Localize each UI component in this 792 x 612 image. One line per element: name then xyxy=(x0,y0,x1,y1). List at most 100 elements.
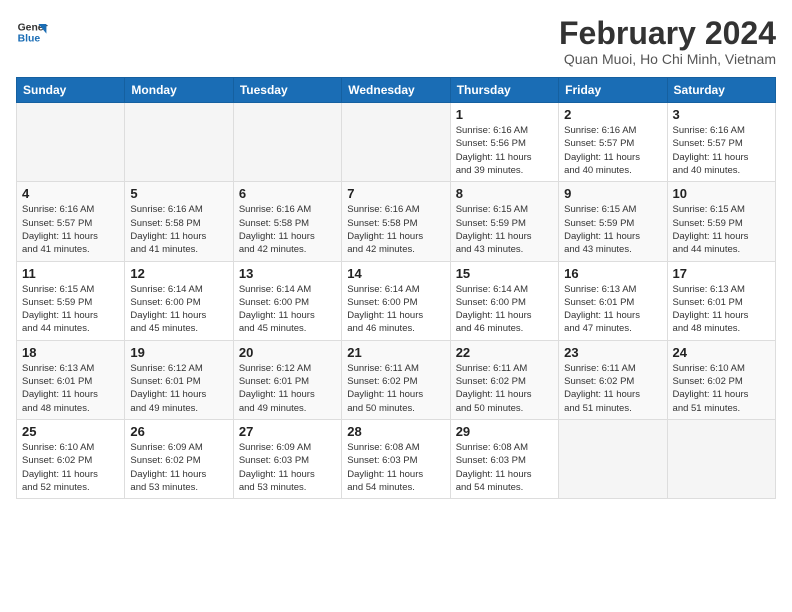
calendar-table: SundayMondayTuesdayWednesdayThursdayFrid… xyxy=(16,77,776,499)
calendar-cell: 13 Sunrise: 6:14 AM Sunset: 6:00 PM Dayli… xyxy=(233,261,341,340)
calendar-cell: 25 Sunrise: 6:10 AM Sunset: 6:02 PM Dayli… xyxy=(17,419,125,498)
page-header: General Blue February 2024 Quan Muoi, Ho… xyxy=(16,16,776,67)
day-number: 5 xyxy=(130,186,227,201)
calendar-cell: 8 Sunrise: 6:15 AM Sunset: 5:59 PM Daylig… xyxy=(450,182,558,261)
day-info: Sunrise: 6:16 AM Sunset: 5:57 PM Dayligh… xyxy=(564,124,661,177)
day-info: Sunrise: 6:16 AM Sunset: 5:58 PM Dayligh… xyxy=(239,203,336,256)
calendar-day-header: Monday xyxy=(125,78,233,103)
calendar-day-header: Saturday xyxy=(667,78,775,103)
calendar-week-row: 1Sunrise: 6:16 AM Sunset: 5:56 PM Daylig… xyxy=(17,103,776,182)
day-number: 2 xyxy=(564,107,661,122)
calendar-cell: 9Sunrise: 6:15 AM Sunset: 5:59 PM Daylig… xyxy=(559,182,667,261)
calendar-cell: 4 Sunrise: 6:16 AM Sunset: 5:57 PM Daylig… xyxy=(17,182,125,261)
day-info: Sunrise: 6:15 AM Sunset: 5:59 PM Dayligh… xyxy=(456,203,553,256)
day-info: Sunrise: 6:14 AM Sunset: 6:00 PM Dayligh… xyxy=(239,283,336,336)
calendar-cell: 6 Sunrise: 6:16 AM Sunset: 5:58 PM Daylig… xyxy=(233,182,341,261)
day-number: 28 xyxy=(347,424,444,439)
day-number: 11 xyxy=(22,266,119,281)
logo-icon: General Blue xyxy=(16,16,48,48)
day-info: Sunrise: 6:13 AM Sunset: 6:01 PM Dayligh… xyxy=(564,283,661,336)
day-info: Sunrise: 6:14 AM Sunset: 6:00 PM Dayligh… xyxy=(130,283,227,336)
day-info: Sunrise: 6:11 AM Sunset: 6:02 PM Dayligh… xyxy=(564,362,661,415)
calendar-week-row: 4 Sunrise: 6:16 AM Sunset: 5:57 PM Daylig… xyxy=(17,182,776,261)
calendar-week-row: 11 Sunrise: 6:15 AM Sunset: 5:59 PM Dayli… xyxy=(17,261,776,340)
calendar-cell xyxy=(17,103,125,182)
day-info: Sunrise: 6:12 AM Sunset: 6:01 PM Dayligh… xyxy=(130,362,227,415)
calendar-cell xyxy=(667,419,775,498)
calendar-cell: 3 Sunrise: 6:16 AM Sunset: 5:57 PM Daylig… xyxy=(667,103,775,182)
day-info: Sunrise: 6:16 AM Sunset: 5:57 PM Dayligh… xyxy=(673,124,770,177)
calendar-cell: 18Sunrise: 6:13 AM Sunset: 6:01 PM Dayli… xyxy=(17,340,125,419)
calendar-cell: 16 Sunrise: 6:13 AM Sunset: 6:01 PM Dayli… xyxy=(559,261,667,340)
day-number: 22 xyxy=(456,345,553,360)
day-number: 4 xyxy=(22,186,119,201)
day-info: Sunrise: 6:16 AM Sunset: 5:57 PM Dayligh… xyxy=(22,203,119,256)
calendar-day-header: Tuesday xyxy=(233,78,341,103)
day-info: Sunrise: 6:09 AM Sunset: 6:02 PM Dayligh… xyxy=(130,441,227,494)
calendar-day-header: Sunday xyxy=(17,78,125,103)
day-number: 27 xyxy=(239,424,336,439)
calendar-cell: 11 Sunrise: 6:15 AM Sunset: 5:59 PM Dayli… xyxy=(17,261,125,340)
calendar-cell: 27 Sunrise: 6:09 AM Sunset: 6:03 PM Dayli… xyxy=(233,419,341,498)
svg-text:Blue: Blue xyxy=(18,34,41,45)
day-number: 21 xyxy=(347,345,444,360)
calendar-day-header: Wednesday xyxy=(342,78,450,103)
calendar-cell: 7Sunrise: 6:16 AM Sunset: 5:58 PM Daylig… xyxy=(342,182,450,261)
calendar-header-row: SundayMondayTuesdayWednesdayThursdayFrid… xyxy=(17,78,776,103)
calendar-cell xyxy=(342,103,450,182)
day-info: Sunrise: 6:10 AM Sunset: 6:02 PM Dayligh… xyxy=(22,441,119,494)
day-number: 25 xyxy=(22,424,119,439)
calendar-cell: 10Sunrise: 6:15 AM Sunset: 5:59 PM Dayli… xyxy=(667,182,775,261)
day-number: 3 xyxy=(673,107,770,122)
day-number: 15 xyxy=(456,266,553,281)
day-number: 19 xyxy=(130,345,227,360)
day-info: Sunrise: 6:13 AM Sunset: 6:01 PM Dayligh… xyxy=(673,283,770,336)
calendar-cell: 12 Sunrise: 6:14 AM Sunset: 6:00 PM Dayli… xyxy=(125,261,233,340)
day-number: 10 xyxy=(673,186,770,201)
calendar-cell xyxy=(125,103,233,182)
day-number: 8 xyxy=(456,186,553,201)
day-number: 29 xyxy=(456,424,553,439)
day-number: 6 xyxy=(239,186,336,201)
day-info: Sunrise: 6:10 AM Sunset: 6:02 PM Dayligh… xyxy=(673,362,770,415)
day-info: Sunrise: 6:11 AM Sunset: 6:02 PM Dayligh… xyxy=(456,362,553,415)
logo: General Blue xyxy=(16,16,48,48)
title-block: February 2024 Quan Muoi, Ho Chi Minh, Vi… xyxy=(559,16,776,67)
calendar-day-header: Thursday xyxy=(450,78,558,103)
calendar-cell: 20Sunrise: 6:12 AM Sunset: 6:01 PM Dayli… xyxy=(233,340,341,419)
day-info: Sunrise: 6:08 AM Sunset: 6:03 PM Dayligh… xyxy=(347,441,444,494)
calendar-cell: 2 Sunrise: 6:16 AM Sunset: 5:57 PM Daylig… xyxy=(559,103,667,182)
day-number: 1 xyxy=(456,107,553,122)
day-number: 26 xyxy=(130,424,227,439)
day-info: Sunrise: 6:15 AM Sunset: 5:59 PM Dayligh… xyxy=(22,283,119,336)
calendar-cell: 23 Sunrise: 6:11 AM Sunset: 6:02 PM Dayli… xyxy=(559,340,667,419)
day-number: 17 xyxy=(673,266,770,281)
page-subtitle: Quan Muoi, Ho Chi Minh, Vietnam xyxy=(559,51,776,67)
day-number: 13 xyxy=(239,266,336,281)
calendar-cell: 22 Sunrise: 6:11 AM Sunset: 6:02 PM Dayli… xyxy=(450,340,558,419)
calendar-cell: 29 Sunrise: 6:08 AM Sunset: 6:03 PM Dayli… xyxy=(450,419,558,498)
day-info: Sunrise: 6:08 AM Sunset: 6:03 PM Dayligh… xyxy=(456,441,553,494)
day-number: 7 xyxy=(347,186,444,201)
day-number: 24 xyxy=(673,345,770,360)
day-number: 12 xyxy=(130,266,227,281)
day-number: 23 xyxy=(564,345,661,360)
day-info: Sunrise: 6:09 AM Sunset: 6:03 PM Dayligh… xyxy=(239,441,336,494)
day-info: Sunrise: 6:11 AM Sunset: 6:02 PM Dayligh… xyxy=(347,362,444,415)
calendar-cell: 1Sunrise: 6:16 AM Sunset: 5:56 PM Daylig… xyxy=(450,103,558,182)
calendar-cell: 21 Sunrise: 6:11 AM Sunset: 6:02 PM Dayli… xyxy=(342,340,450,419)
day-info: Sunrise: 6:12 AM Sunset: 6:01 PM Dayligh… xyxy=(239,362,336,415)
calendar-cell: 14Sunrise: 6:14 AM Sunset: 6:00 PM Dayli… xyxy=(342,261,450,340)
day-info: Sunrise: 6:16 AM Sunset: 5:58 PM Dayligh… xyxy=(130,203,227,256)
calendar-cell: 26 Sunrise: 6:09 AM Sunset: 6:02 PM Dayli… xyxy=(125,419,233,498)
calendar-cell: 5 Sunrise: 6:16 AM Sunset: 5:58 PM Daylig… xyxy=(125,182,233,261)
day-info: Sunrise: 6:15 AM Sunset: 5:59 PM Dayligh… xyxy=(564,203,661,256)
day-info: Sunrise: 6:14 AM Sunset: 6:00 PM Dayligh… xyxy=(347,283,444,336)
day-number: 18 xyxy=(22,345,119,360)
day-number: 16 xyxy=(564,266,661,281)
calendar-cell: 15 Sunrise: 6:14 AM Sunset: 6:00 PM Dayli… xyxy=(450,261,558,340)
page-title: February 2024 xyxy=(559,16,776,51)
calendar-day-header: Friday xyxy=(559,78,667,103)
day-info: Sunrise: 6:14 AM Sunset: 6:00 PM Dayligh… xyxy=(456,283,553,336)
calendar-cell xyxy=(233,103,341,182)
